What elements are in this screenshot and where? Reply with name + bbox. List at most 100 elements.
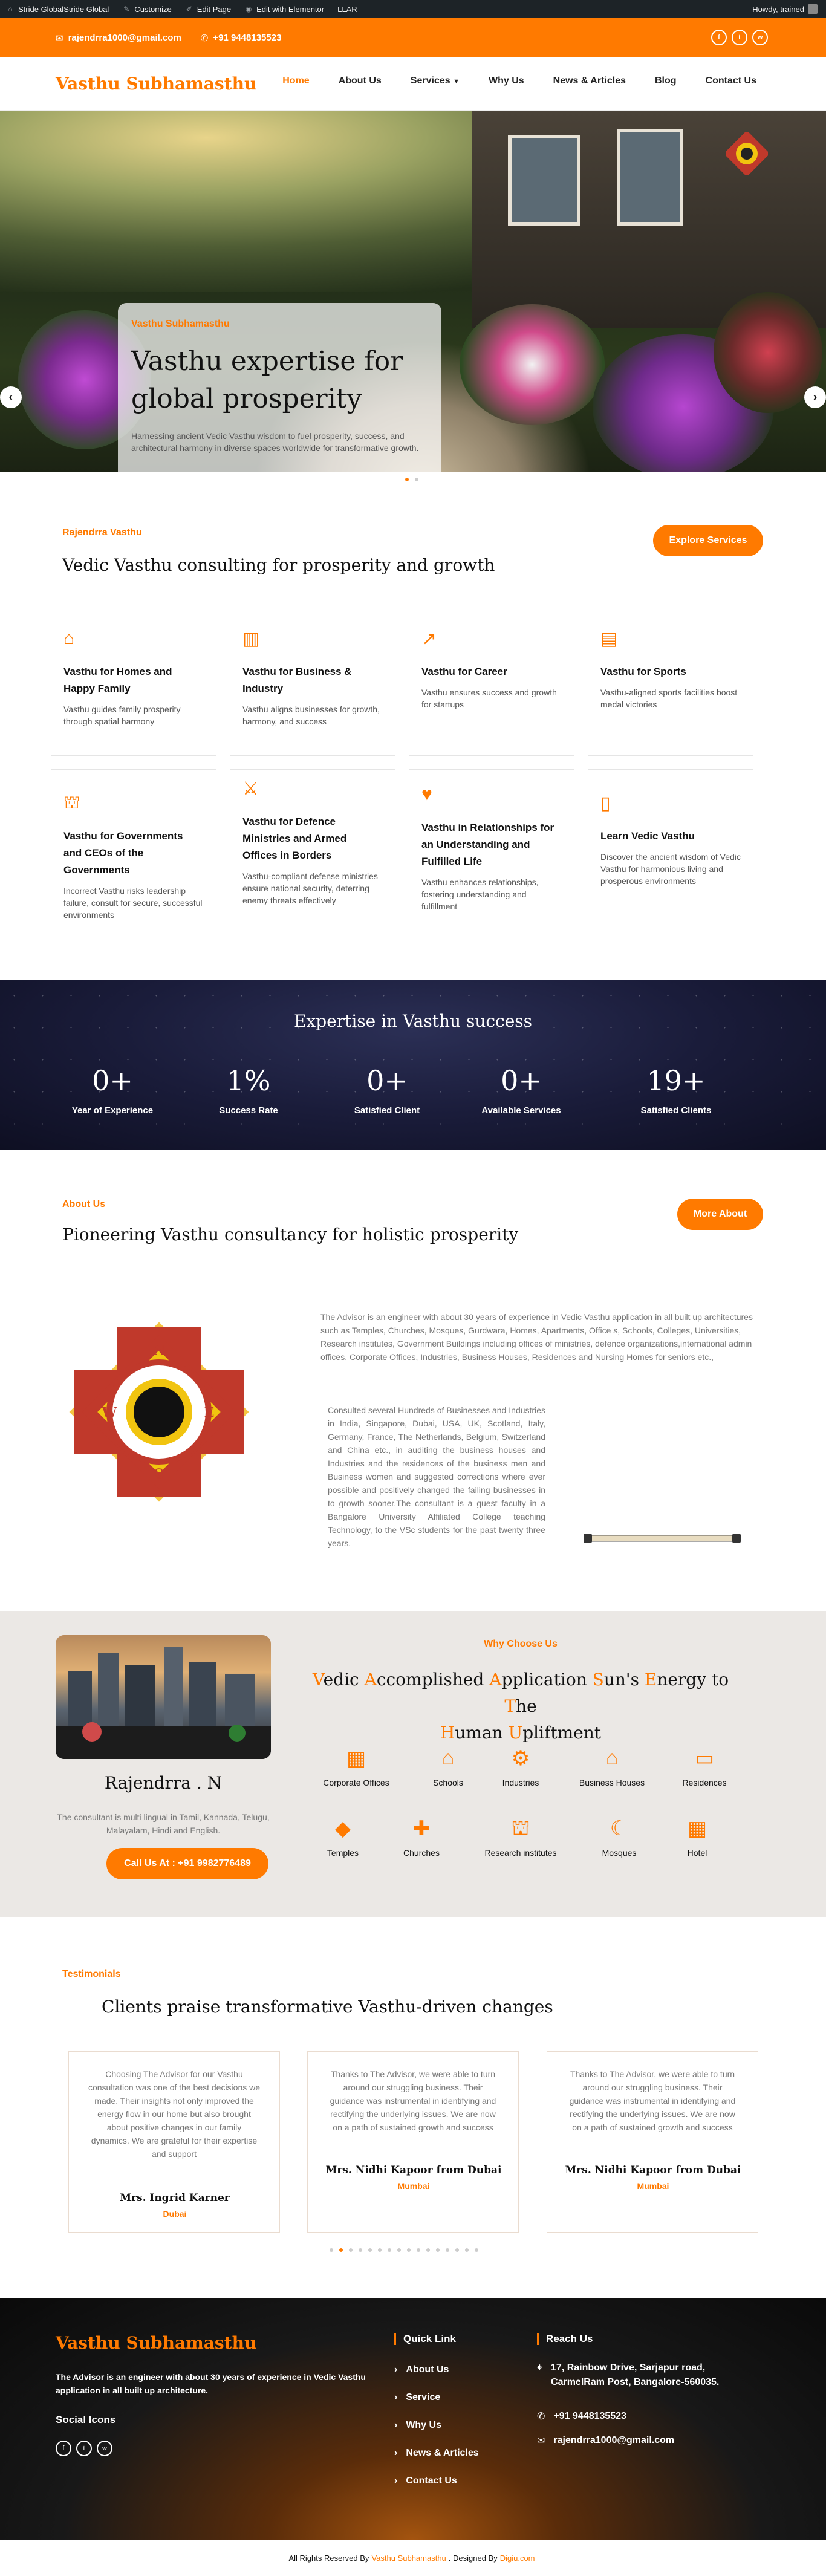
about-paragraph: Consulted several Hundreds of Businesses… [328, 1403, 545, 1550]
main-nav: Home About Us Services ▼ Why Us News & A… [282, 76, 756, 86]
yantra-south-label: S [154, 1466, 164, 1482]
twitter-icon[interactable]: t [732, 30, 747, 45]
quick-link-heading: Quick Link [394, 2333, 456, 2345]
testimonial-card: Thanks to The Advisor, we were able to t… [547, 2051, 758, 2233]
nav-services[interactable]: Services ▼ [411, 76, 460, 86]
hero-text: Harnessing ancient Vedic Vasthu wisdom t… [131, 430, 428, 454]
location-icon: ⌖ [537, 2361, 542, 2375]
hero-title: Vasthu expertise for global prosperity [131, 343, 428, 418]
footer-link-why-us[interactable]: › Why Us [394, 2420, 441, 2431]
slider-dot[interactable] [455, 2248, 459, 2252]
admin-account-menu[interactable]: Howdy, trained [752, 0, 818, 18]
document-icon: ▯ [600, 793, 625, 817]
whatsapp-icon[interactable]: w [752, 30, 768, 45]
footer-address: ⌖ 17, Rainbow Drive, Sarjapur road, Carme… [537, 2361, 743, 2390]
footer-link-service[interactable]: › Service [394, 2392, 440, 2403]
testimonial-dots [330, 2248, 478, 2252]
service-card[interactable]: ⌂ Vasthu for Homes and Happy Family Vast… [51, 605, 216, 756]
call-us-button[interactable]: Call Us At : +91 9982776489 [106, 1848, 268, 1879]
why-item-label: Corporate Offices [311, 1778, 402, 1787]
service-card-title: Vasthu for Sports [600, 663, 741, 680]
footer-logo[interactable]: Vasthu Subhamasthu [56, 2333, 256, 2353]
slider-dots [405, 478, 418, 481]
service-card-title: Vasthu for Homes and Happy Family [63, 663, 204, 697]
service-card[interactable]: ▤ Vasthu for Sports Vasthu-aligned sport… [588, 605, 753, 756]
slider-dot[interactable] [378, 2248, 382, 2252]
stat-value: 0+ [455, 1064, 588, 1097]
stat-value: 19+ [610, 1064, 743, 1097]
admin-customize-link[interactable]: ✎ Customize [122, 5, 171, 14]
service-card[interactable]: ↗ Vasthu for Career Vasthu ensures succe… [409, 605, 574, 756]
admin-site-link[interactable]: ⌂ Stride GlobalStride Global [6, 5, 109, 14]
chevron-right-icon: › [394, 2392, 397, 2403]
slider-dot[interactable] [405, 478, 409, 481]
copyright-site-link[interactable]: Vasthu Subhamasthu [371, 2554, 446, 2563]
explore-services-button[interactable]: Explore Services [653, 525, 763, 556]
slider-next-button[interactable]: › [804, 386, 826, 408]
footer-phone[interactable]: ✆ +91 9448135523 [537, 2410, 626, 2422]
mosque-icon: ☾ [574, 1817, 665, 1841]
slider-dot[interactable] [436, 2248, 440, 2252]
site-logo[interactable]: Vasthu Subhamasthu [56, 74, 256, 94]
service-card-text: Vasthu ensures success and growth for st… [421, 686, 562, 711]
topbar-email[interactable]: ✉ rajendrra1000@gmail.com [56, 33, 181, 44]
slider-dot[interactable] [388, 2248, 391, 2252]
nav-news[interactable]: News & Articles [553, 76, 626, 86]
service-card[interactable]: ▯ Learn Vedic Vasthu Discover the ancien… [588, 769, 753, 920]
slider-dot[interactable] [339, 2248, 343, 2252]
service-card[interactable]: ⚔ Vasthu for Defence Ministries and Arme… [230, 769, 395, 920]
slider-dot[interactable] [465, 2248, 469, 2252]
about-title: Pioneering Vasthu consultancy for holist… [62, 1225, 518, 1244]
admin-edit-page-link[interactable]: ✐ Edit Page [185, 5, 231, 14]
stat-label: Available Services [455, 1105, 588, 1116]
facebook-icon[interactable]: f [56, 2441, 71, 2456]
designer-link[interactable]: Digiu.com [500, 2554, 535, 2563]
admin-llar-link[interactable]: LLAR [337, 5, 357, 14]
services-subtitle: Rajendrra Vasthu [62, 527, 142, 538]
site-footer: Vasthu Subhamasthu The Advisor is an eng… [0, 2298, 826, 2540]
slider-dot[interactable] [368, 2248, 372, 2252]
slider-dot[interactable] [475, 2248, 478, 2252]
service-card[interactable]: ♥ Vasthu in Relationships for an Underst… [409, 769, 574, 920]
footer-link-about[interactable]: › About Us [394, 2364, 449, 2375]
relationship-icon: ♥ [421, 784, 446, 808]
research-institute-icon: ⛫ [475, 1817, 566, 1841]
slider-dot[interactable] [426, 2248, 430, 2252]
footer-link-contact[interactable]: › Contact Us [394, 2476, 457, 2487]
service-card-text: Vasthu-aligned sports facilities boost m… [600, 686, 741, 711]
why-subtitle: Why Choose Us [311, 1639, 730, 1650]
service-card[interactable]: ▥ Vasthu for Business & Industry Vasthu … [230, 605, 395, 756]
slider-prev-button[interactable]: ‹ [0, 386, 22, 408]
slider-dot[interactable] [349, 2248, 353, 2252]
phone-icon: ✆ [537, 2410, 545, 2422]
footer-link-news[interactable]: › News & Articles [394, 2448, 479, 2459]
slider-dot[interactable] [330, 2248, 333, 2252]
slider-dot[interactable] [359, 2248, 362, 2252]
nav-home[interactable]: Home [282, 76, 309, 86]
admin-elementor-link[interactable]: ◉ Edit with Elementor [244, 5, 324, 14]
service-card[interactable]: ⛫ Vasthu for Governments and CEOs of the… [51, 769, 216, 920]
more-about-button[interactable]: More About [677, 1199, 763, 1230]
why-item: ▦ Hotel [652, 1817, 743, 1858]
twitter-icon[interactable]: t [76, 2441, 92, 2456]
slider-dot[interactable] [415, 478, 418, 481]
nav-blog[interactable]: Blog [655, 76, 677, 86]
nav-why-us[interactable]: Why Us [489, 76, 524, 86]
whatsapp-icon[interactable]: w [97, 2441, 112, 2456]
slider-dot[interactable] [417, 2248, 420, 2252]
slider-dot[interactable] [446, 2248, 449, 2252]
nav-contact[interactable]: Contact Us [706, 76, 756, 86]
slider-dot[interactable] [397, 2248, 401, 2252]
flower-bed [460, 304, 605, 425]
reach-us-heading: Reach Us [537, 2333, 593, 2345]
nav-about[interactable]: About Us [339, 76, 382, 86]
house-window [617, 129, 683, 226]
service-card-text: Vasthu guides family prosperity through … [63, 703, 204, 727]
topbar-phone[interactable]: ✆ +91 9448135523 [201, 33, 282, 44]
footer-email[interactable]: ✉ rajendrra1000@gmail.com [537, 2435, 674, 2447]
slider-dot[interactable] [407, 2248, 411, 2252]
service-card-text: Vasthu aligns businesses for growth, har… [242, 703, 383, 727]
facebook-icon[interactable]: f [711, 30, 727, 45]
testimonial-text: Thanks to The Advisor, we were able to t… [565, 2067, 740, 2134]
copyright-bar: All Rights Reserved By Vasthu Subhamasth… [0, 2540, 826, 2576]
